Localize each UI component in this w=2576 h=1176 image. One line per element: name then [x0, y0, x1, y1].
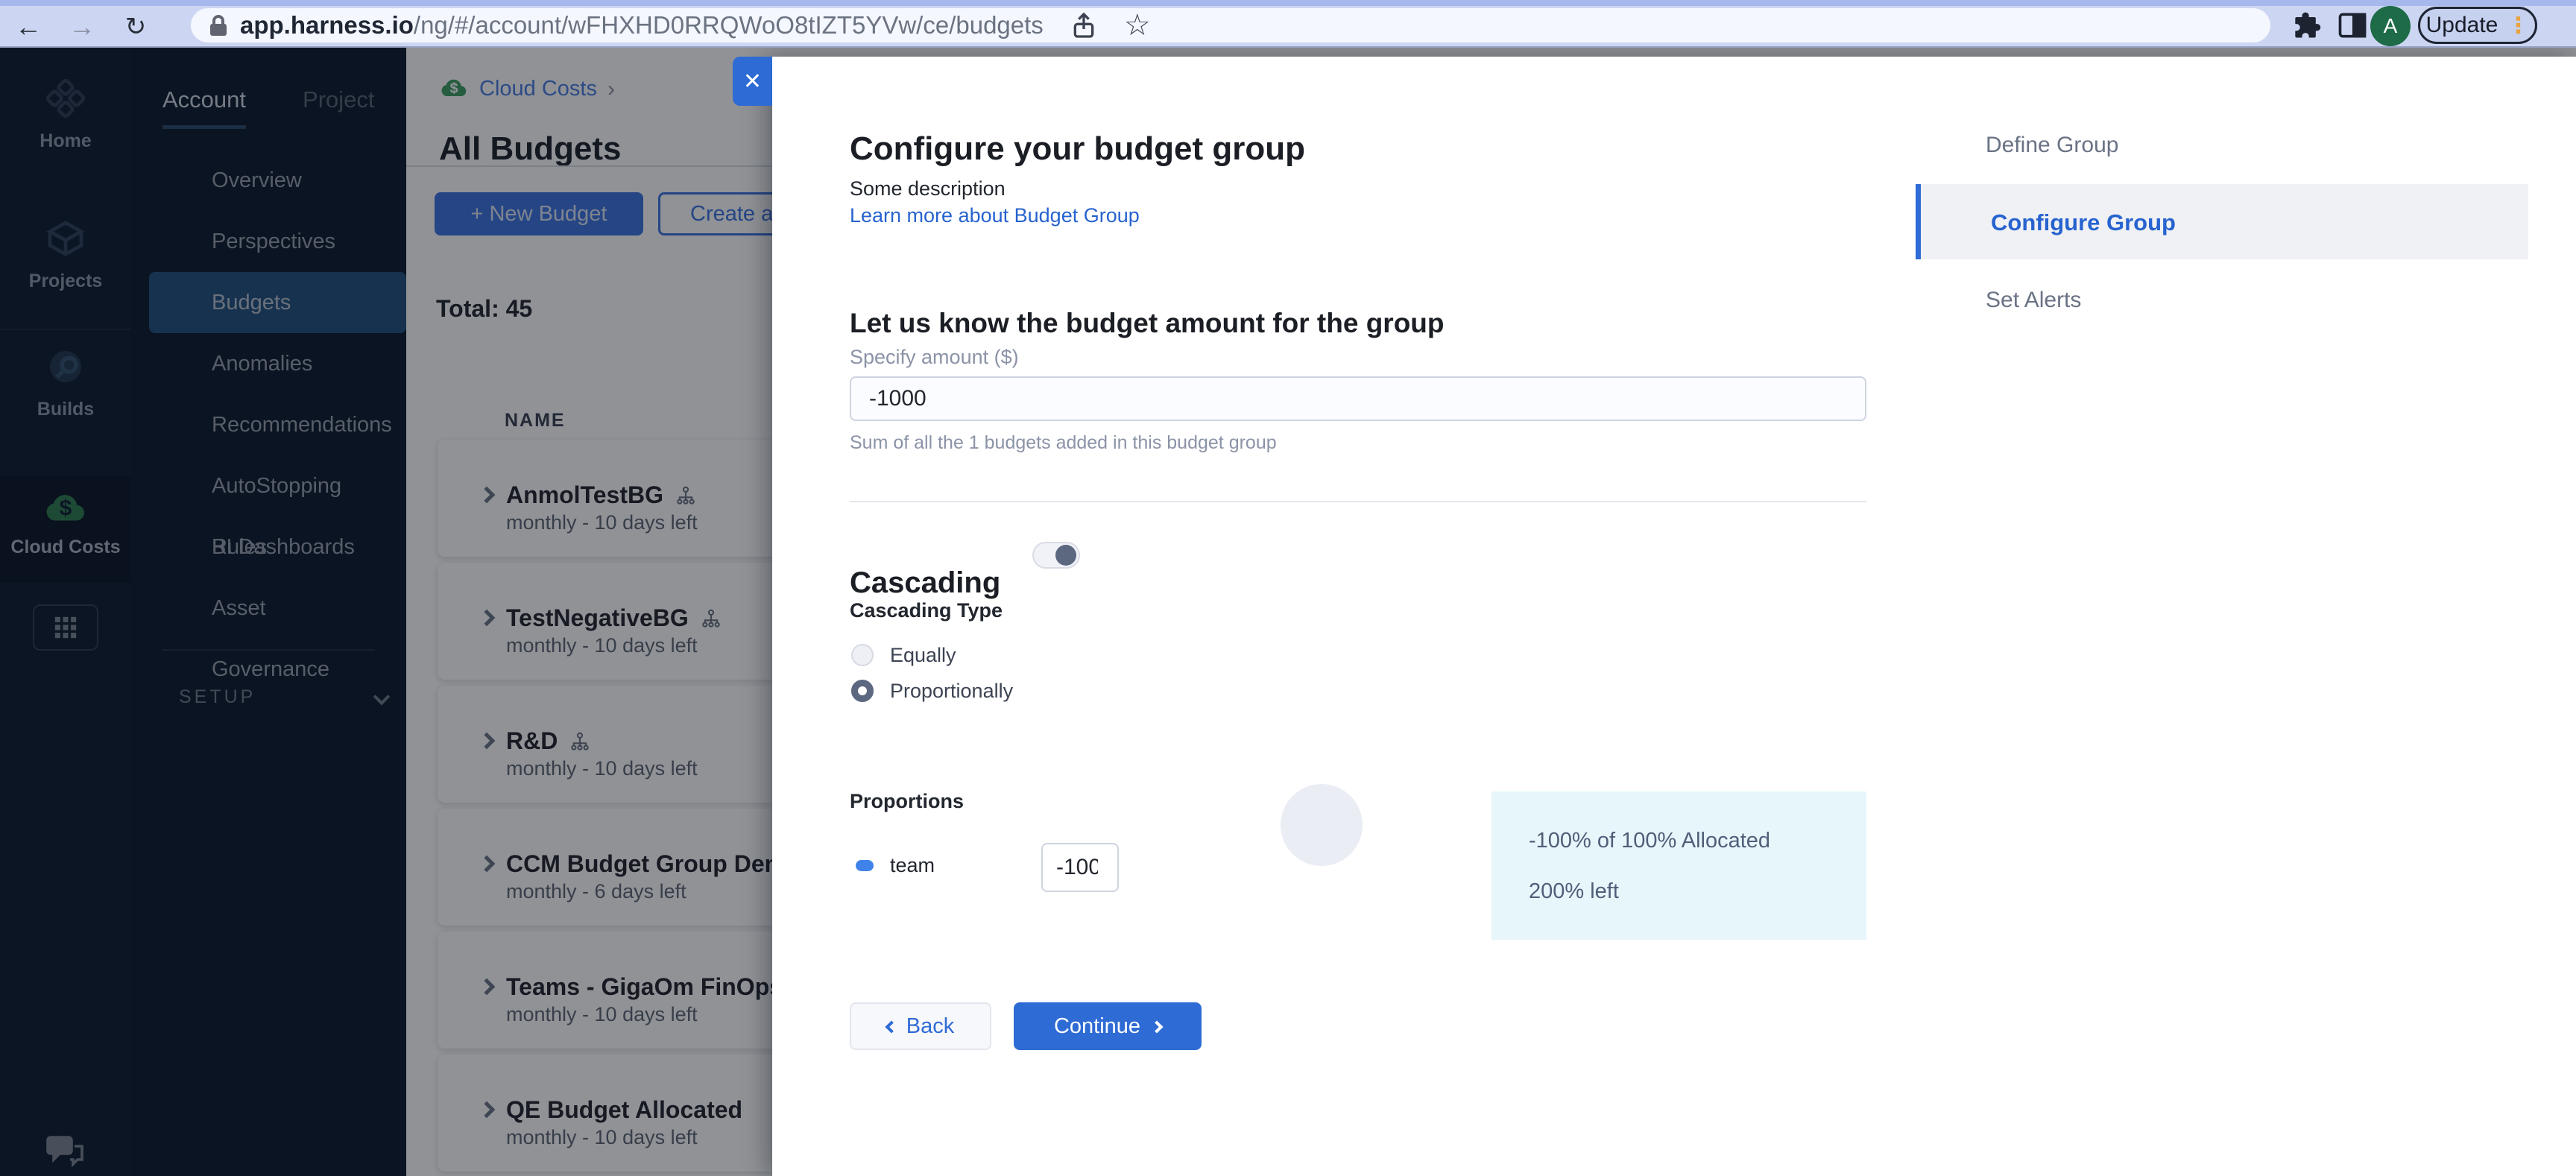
browser-update-button[interactable]: Update ⋮ — [2418, 7, 2537, 44]
proportion-input[interactable] — [1041, 843, 1119, 892]
browser-reload-icon[interactable]: ↻ — [115, 6, 157, 48]
cascading-type-label: Cascading Type — [850, 599, 1003, 622]
budget-group-modal: Configure your budget group Some descrip… — [772, 57, 2576, 1176]
url-domain: app.harness.io — [240, 11, 414, 39]
side-panel-icon[interactable] — [2336, 9, 2369, 42]
step-set-alerts[interactable]: Set Alerts — [1986, 288, 2081, 313]
browser-top-strip — [0, 0, 2576, 6]
back-button[interactable]: Back — [850, 1002, 991, 1050]
modal-description: Some description — [850, 177, 1006, 200]
chevron-left-icon — [885, 1020, 898, 1033]
proportion-row: team — [856, 854, 935, 877]
amount-input[interactable] — [850, 376, 1866, 421]
app-viewport: Home Projects Builds $ Cloud Costs ? Acc… — [0, 48, 2576, 1176]
share-icon[interactable] — [1069, 10, 1099, 40]
extensions-icon[interactable] — [2290, 9, 2323, 42]
close-icon: ✕ — [742, 69, 763, 94]
amount-helper: Sum of all the 1 budgets added in this b… — [850, 432, 1277, 453]
modal-title: Configure your budget group — [850, 130, 1306, 167]
url-text: app.harness.io/ng/#/account/wFHXHD0RRQWo… — [240, 11, 1044, 39]
url-bar[interactable]: app.harness.io/ng/#/account/wFHXHD0RRQWo… — [191, 8, 2270, 42]
screen: ← → ↻ app.harness.io/ng/#/account/wFHXHD… — [0, 0, 2576, 1176]
cascading-heading: Cascading — [850, 566, 1001, 599]
radio-icon — [851, 644, 874, 666]
browser-back-icon[interactable]: ← — [7, 6, 49, 48]
series-dot-icon — [856, 860, 874, 871]
allocation-donut-chart — [1281, 784, 1363, 866]
amount-label: Specify amount ($) — [850, 346, 1019, 368]
proportion-name: team — [890, 854, 935, 876]
lock-icon — [210, 15, 227, 36]
step-configure-group[interactable]: Configure Group — [1916, 184, 2528, 259]
radio-proportionally[interactable]: Proportionally — [851, 678, 1013, 704]
section-divider — [850, 501, 1866, 502]
browser-forward-icon[interactable]: → — [61, 6, 103, 48]
back-label: Back — [906, 1014, 955, 1038]
radio-equally[interactable]: Equally — [851, 642, 956, 668]
toggle-knob — [1055, 545, 1076, 566]
cascading-toggle[interactable] — [1032, 542, 1080, 569]
radio-label: Equally — [890, 643, 956, 666]
amount-heading: Let us know the budget amount for the gr… — [850, 308, 1445, 338]
step-active-label: Configure Group — [1991, 209, 2176, 235]
browser-chrome: ← → ↻ app.harness.io/ng/#/account/wFHXHD… — [0, 0, 2576, 48]
allocated-text: -100% of 100% Allocated — [1529, 829, 1771, 853]
continue-label: Continue — [1053, 1014, 1141, 1038]
proportions-label: Proportions — [850, 790, 964, 812]
radio-selected-icon — [851, 680, 874, 702]
allocation-summary: -100% of 100% Allocated 200% left — [1491, 791, 1866, 940]
star-icon[interactable]: ☆ — [1124, 10, 1154, 40]
update-label: Update — [2425, 13, 2498, 37]
avatar[interactable]: A — [2370, 6, 2411, 46]
url-path: /ng/#/account/wFHXHD0RRQWoO8tIZT5YVw/ce/… — [413, 11, 1044, 39]
radio-label: Proportionally — [890, 679, 1014, 702]
learn-more-link[interactable]: Learn more about Budget Group — [850, 204, 1140, 227]
left-text: 200% left — [1529, 879, 1619, 903]
step-define-group[interactable]: Define Group — [1986, 133, 2118, 158]
chevron-right-icon — [1150, 1020, 1164, 1033]
continue-button[interactable]: Continue — [1014, 1002, 1202, 1050]
wizard-steps: Define Group Configure Group Set Alerts — [1916, 57, 2576, 1176]
close-button[interactable]: ✕ — [733, 57, 772, 106]
kebab-icon: ⋮ — [2507, 13, 2530, 38]
